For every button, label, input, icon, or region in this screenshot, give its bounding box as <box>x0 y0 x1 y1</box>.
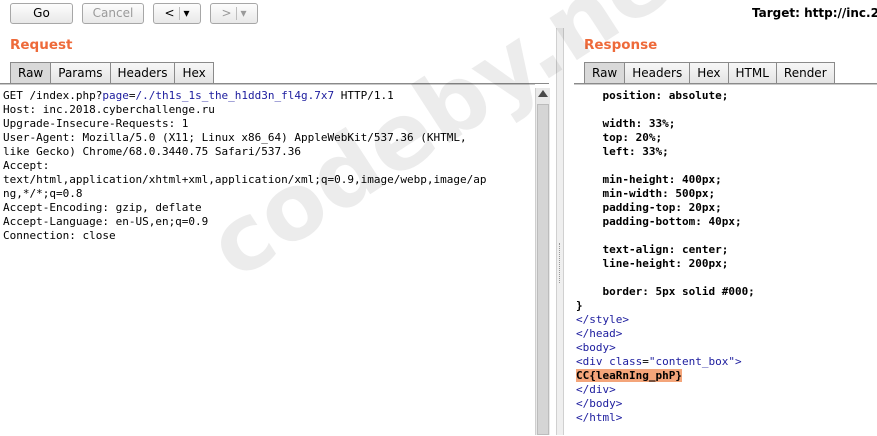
request-text: GET /index.php?page=/./th1s_1s_the_h1dd3… <box>3 89 487 242</box>
request-tab-params[interactable]: Params <box>50 62 111 83</box>
request-tab-hex[interactable]: Hex <box>174 62 214 83</box>
response-tab-raw[interactable]: Raw <box>584 62 626 84</box>
pane-divider[interactable] <box>556 28 564 435</box>
response-tab-headers[interactable]: Headers <box>624 62 691 83</box>
response-tabs: Raw Headers Hex HTML Render <box>584 62 835 84</box>
go-button[interactable]: Go <box>10 3 73 24</box>
target-label: Target: http://inc.20 <box>752 6 877 20</box>
response-html-text: </style> </head> <body> <div class="cont… <box>576 313 742 424</box>
request-editor[interactable]: GET /index.php?page=/./th1s_1s_the_h1dd3… <box>0 84 535 436</box>
response-tab-hex[interactable]: Hex <box>689 62 729 83</box>
response-editor[interactable]: position: absolute; width: 33%; top: 20%… <box>574 84 877 436</box>
response-css-text: position: absolute; width: 33%; top: 20%… <box>576 89 755 312</box>
forward-button[interactable]: > ▾ <box>210 3 258 24</box>
cancel-button[interactable]: Cancel <box>82 3 144 24</box>
request-tabs: Raw Params Headers Hex <box>10 62 214 84</box>
back-menu-icon: ▾ <box>183 6 190 20</box>
flag-text: CC{leaRnIng_phP} <box>576 369 682 382</box>
response-tab-html[interactable]: HTML <box>727 62 777 83</box>
request-scrollbar[interactable] <box>535 88 550 435</box>
response-title: Response <box>584 37 658 53</box>
request-title: Request <box>10 37 73 53</box>
request-tab-raw[interactable]: Raw <box>10 62 52 84</box>
scroll-up-icon[interactable] <box>538 90 548 97</box>
forward-arrow-icon: > <box>221 6 232 20</box>
response-tab-render[interactable]: Render <box>775 62 835 83</box>
request-tab-headers[interactable]: Headers <box>109 62 176 83</box>
forward-menu-icon: ▾ <box>240 6 247 20</box>
back-button[interactable]: < ▾ <box>153 3 201 24</box>
back-arrow-icon: < <box>164 6 175 20</box>
request-scroll-thumb[interactable] <box>537 104 549 435</box>
